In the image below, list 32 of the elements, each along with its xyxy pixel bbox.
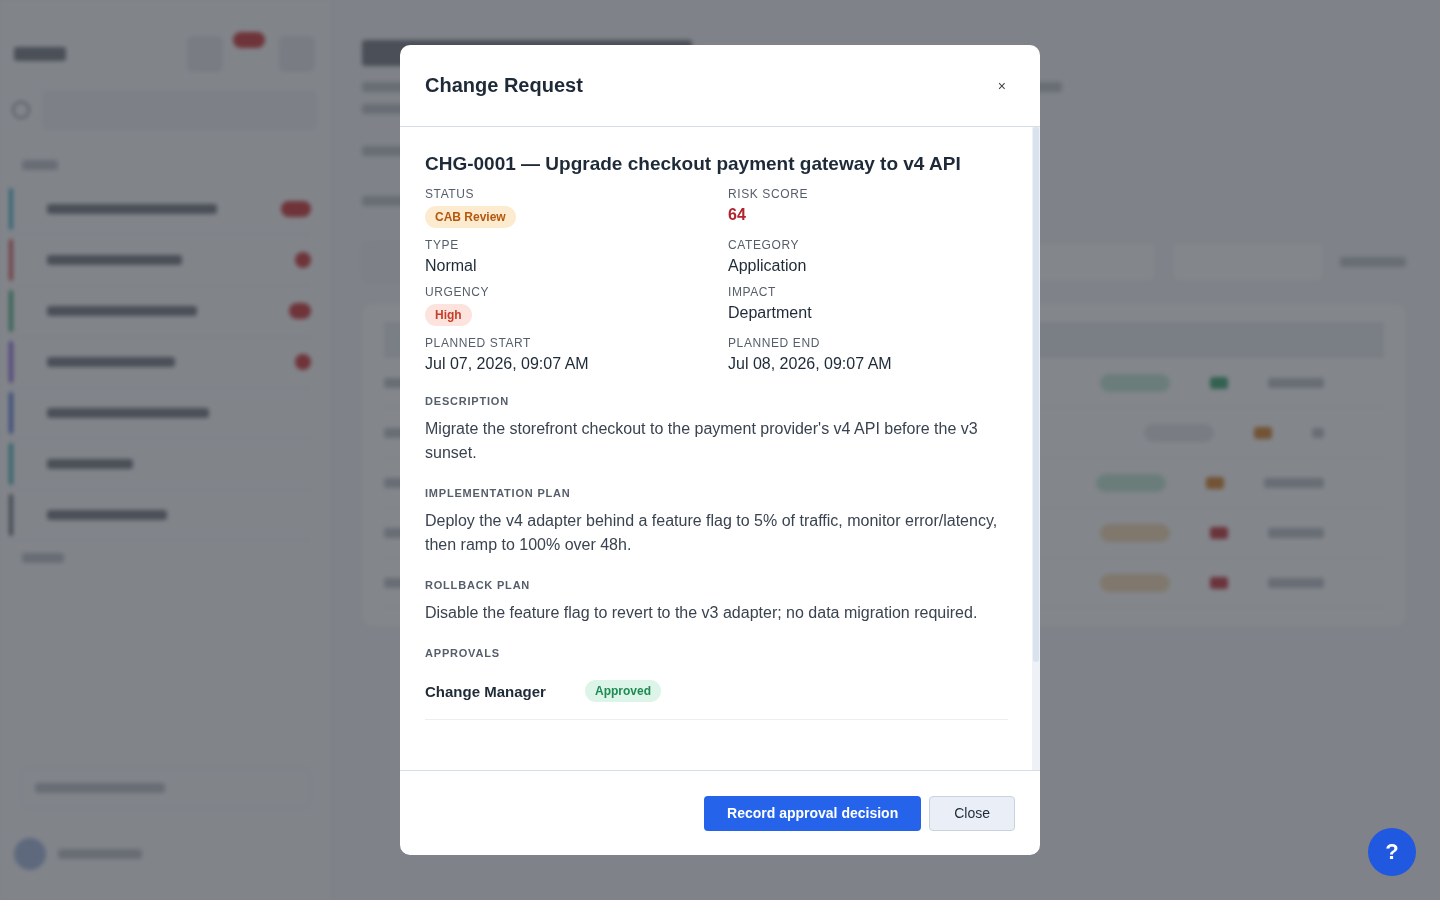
risk-score: 64 (728, 206, 746, 224)
close-button[interactable]: × (993, 75, 1010, 96)
help-button[interactable]: ? (1368, 828, 1416, 876)
dialog-title: Change Request (425, 74, 583, 97)
field-value: Department (728, 304, 812, 322)
field-label: PLANNED END (728, 336, 820, 350)
section-label: ROLLBACK PLAN (425, 579, 532, 591)
section-label: APPROVALS (425, 647, 501, 659)
section-text: Disable the feature flag to revert to the v3 adapter; no data migration required. (425, 603, 979, 623)
field-value: Jul 08, 2026, 09:07 AM (728, 355, 892, 373)
scrollbar-thumb[interactable] (1033, 127, 1039, 662)
section-text: Migrate the storefront checkout to the payment provider's v4 API before the v3 sunset. (425, 419, 979, 463)
record-approval-button[interactable]: Record approval decision (704, 795, 922, 831)
approval-status-pill: Approved (585, 680, 661, 702)
field-label: URGENCY (425, 285, 490, 299)
field-label: PLANNED START (425, 336, 532, 350)
close-dialog-button[interactable]: Close (929, 795, 1015, 831)
field-value: Jul 07, 2026, 09:07 AM (425, 355, 589, 373)
urgency-pill: High (425, 304, 472, 326)
field-label: TYPE (425, 238, 459, 252)
field-label: STATUS (425, 187, 475, 201)
field-label: IMPACT (728, 285, 777, 299)
section-label: IMPLEMENTATION PLAN (425, 487, 572, 499)
field-label: CATEGORY (728, 238, 800, 252)
change-heading: CHG-0001 — Upgrade checkout payment gateway to v4 API (425, 153, 962, 175)
field-value: Application (728, 257, 807, 275)
field-value: Normal (425, 257, 477, 275)
approver-role: Change Manager (425, 682, 547, 700)
section-label: DESCRIPTION (425, 395, 510, 407)
status-pill: CAB Review (425, 206, 516, 228)
section-text: Deploy the v4 adapter behind a feature flag to 5% of traffic, monitor error/latency, then ramp to 100% over 48h. (425, 511, 999, 555)
field-label: RISK SCORE (728, 187, 808, 201)
